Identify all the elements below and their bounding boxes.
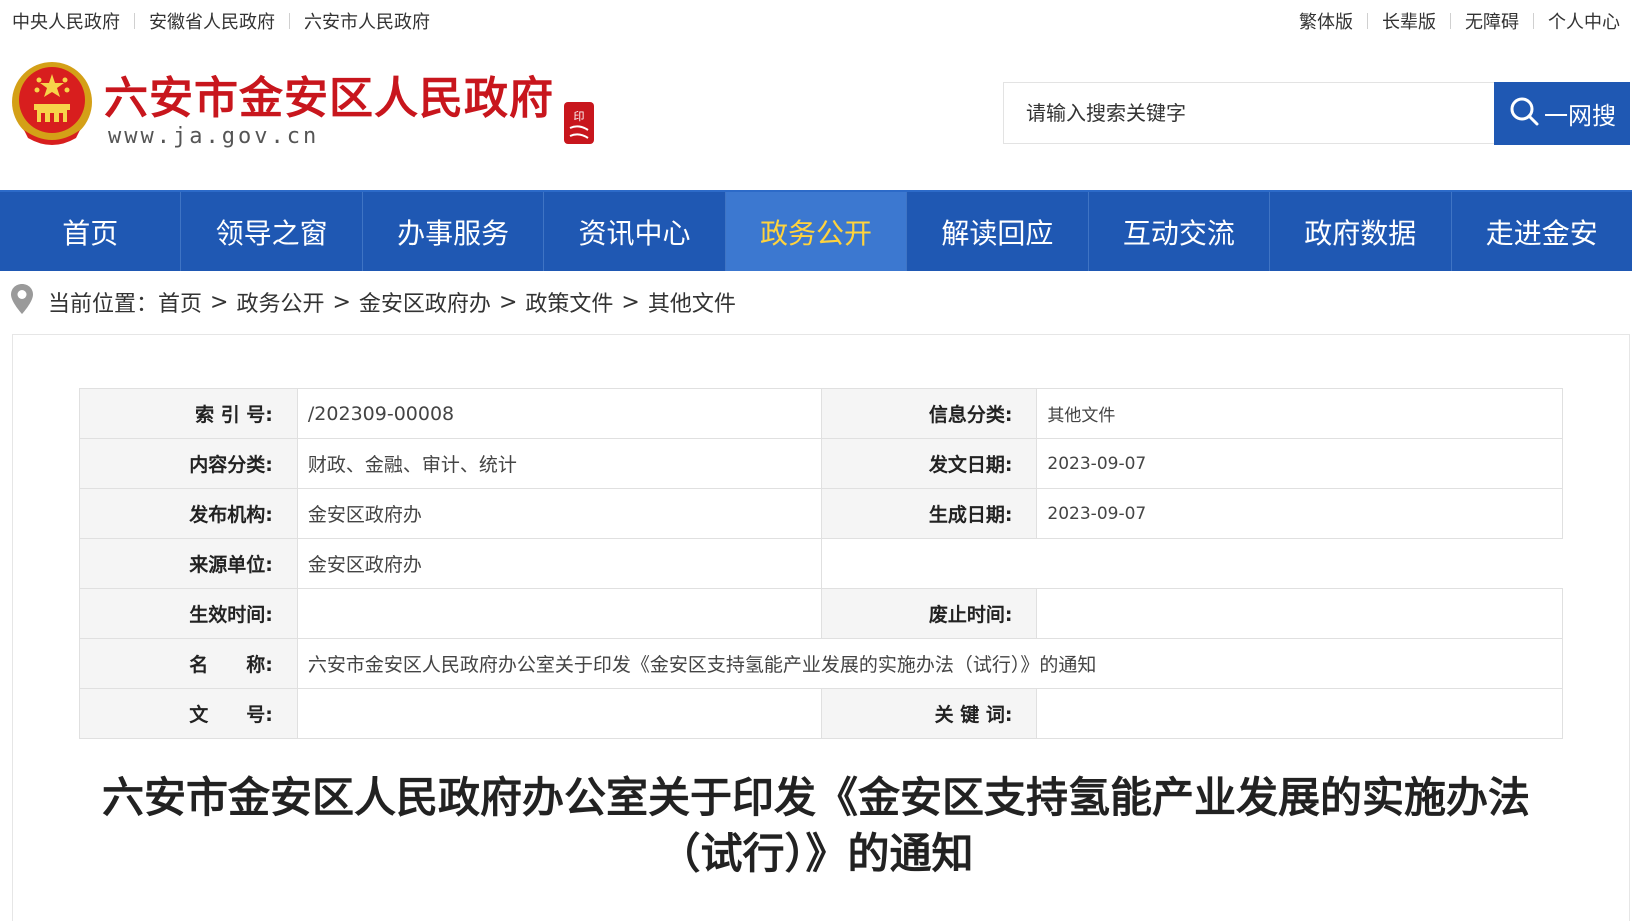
link-elder-version[interactable]: 长辈版 bbox=[1382, 8, 1436, 34]
generated-date-label: 生成日期: bbox=[820, 488, 1038, 539]
table-row: 索 引 号: /202309-00008 信息分类: 其他文件 bbox=[79, 388, 1563, 439]
content-category-value: 财政、金融、审计、统计 bbox=[296, 438, 822, 489]
table-row: 文 号: 关 键 词: bbox=[79, 688, 1563, 739]
document-meta-table: 索 引 号: /202309-00008 信息分类: 其他文件 内容分类: 财政… bbox=[79, 388, 1564, 739]
nav-interaction[interactable]: 互动交流 bbox=[1089, 192, 1271, 271]
effective-time-label: 生效时间: bbox=[79, 588, 298, 639]
breadcrumb-separator: > bbox=[621, 289, 640, 315]
nav-about-jinan[interactable]: 走进金安 bbox=[1452, 192, 1632, 271]
breadcrumb-prefix: 当前位置： bbox=[48, 292, 159, 317]
keywords-label: 关 键 词: bbox=[820, 688, 1038, 739]
link-traditional-chinese[interactable]: 繁体版 bbox=[1299, 8, 1353, 34]
doc-number-value bbox=[296, 688, 822, 739]
name-label: 名 称: bbox=[79, 638, 298, 689]
site-title[interactable]: 六安市金安区人民政府 bbox=[104, 62, 554, 126]
national-emblem-icon bbox=[10, 58, 94, 150]
breadcrumb-home[interactable]: 首页 bbox=[158, 286, 202, 318]
issue-date-value: 2023-09-07 bbox=[1036, 438, 1563, 489]
keywords-value bbox=[1036, 688, 1563, 739]
document-title-line-2: （试行）》的通知 bbox=[658, 829, 974, 878]
search-button[interactable]: 一网搜 bbox=[1494, 82, 1630, 145]
generated-date-value: 2023-09-07 bbox=[1036, 488, 1563, 539]
breadcrumb: 当前位置： 首页 > 政务公开 > 金安区政府办 > 政策文件 > 其他文件 bbox=[10, 283, 736, 321]
main-nav: 首页 领导之窗 办事服务 资讯中心 政务公开 解读回应 互动交流 政府数据 走进… bbox=[0, 190, 1632, 271]
table-row: 名 称: 六安市金安区人民政府办公室关于印发《金安区支持氢能产业发展的实施办法（… bbox=[79, 638, 1564, 689]
nav-home[interactable]: 首页 bbox=[0, 192, 182, 271]
table-row: 来源单位: 金安区政府办 bbox=[79, 538, 1563, 589]
content-category-label: 内容分类: bbox=[79, 438, 298, 489]
table-row: 发布机构: 金安区政府办 生成日期: 2023-09-07 bbox=[79, 488, 1563, 539]
seal-text: 印 bbox=[574, 110, 585, 123]
top-utility-bar: 中央人民政府 安徽省人民政府 六安市人民政府 繁体版 长辈版 无障碍 个人中心 bbox=[0, 0, 1632, 42]
search-icon bbox=[1508, 95, 1544, 133]
publisher-value: 金安区政府办 bbox=[296, 488, 822, 539]
nav-interpretation[interactable]: 解读回应 bbox=[907, 192, 1089, 271]
expiry-time-label: 废止时间: bbox=[820, 588, 1038, 639]
nav-gov-data[interactable]: 政府数据 bbox=[1270, 192, 1452, 271]
search-button-label: 一网搜 bbox=[1544, 102, 1616, 130]
location-pin-icon bbox=[10, 283, 34, 321]
top-left-links: 中央人民政府 安徽省人民政府 六安市人民政府 bbox=[12, 8, 430, 34]
breadcrumb-other-docs[interactable]: 其他文件 bbox=[648, 286, 736, 318]
source-value: 金安区政府办 bbox=[296, 538, 822, 589]
effective-time-value bbox=[296, 588, 822, 639]
breadcrumb-separator: > bbox=[498, 289, 518, 315]
issue-date-label: 发文日期: bbox=[820, 438, 1038, 489]
divider bbox=[289, 13, 290, 29]
source-label: 来源单位: bbox=[79, 538, 298, 589]
site-url: www.ja.gov.cn bbox=[108, 124, 320, 149]
nav-leaders[interactable]: 领导之窗 bbox=[181, 192, 363, 271]
breadcrumb-separator: > bbox=[332, 289, 351, 315]
link-personal-center[interactable]: 个人中心 bbox=[1548, 8, 1620, 34]
seal-icon: 印 bbox=[560, 98, 600, 148]
table-row: 内容分类: 财政、金融、审计、统计 发文日期: 2023-09-07 bbox=[79, 438, 1563, 489]
divider bbox=[1533, 13, 1534, 29]
search-box bbox=[1003, 82, 1494, 144]
divider bbox=[134, 13, 135, 29]
publisher-label: 发布机构: bbox=[79, 488, 298, 539]
info-category-label: 信息分类: bbox=[820, 388, 1038, 439]
top-right-links: 繁体版 长辈版 无障碍 个人中心 bbox=[1299, 8, 1620, 34]
divider bbox=[1367, 13, 1368, 29]
breadcrumb-policy-docs[interactable]: 政策文件 bbox=[525, 286, 613, 318]
empty-cell bbox=[820, 538, 1563, 589]
doc-number-label: 文 号: bbox=[79, 688, 298, 739]
link-luan-gov[interactable]: 六安市人民政府 bbox=[304, 8, 430, 34]
index-label: 索 引 号: bbox=[79, 388, 298, 439]
link-central-gov[interactable]: 中央人民政府 bbox=[12, 8, 120, 34]
breadcrumb-separator: > bbox=[210, 289, 229, 315]
index-value: /202309-00008 bbox=[296, 388, 822, 439]
name-value: 六安市金安区人民政府办公室关于印发《金安区支持氢能产业发展的实施办法（试行）》的… bbox=[296, 638, 1564, 689]
link-accessibility[interactable]: 无障碍 bbox=[1465, 8, 1519, 34]
document-title-line-1: 六安市金安区人民政府办公室关于印发《金安区支持氢能产业发展的实施办法 bbox=[101, 773, 1530, 822]
search-input[interactable] bbox=[1026, 101, 1494, 125]
breadcrumb-gov-affairs[interactable]: 政务公开 bbox=[236, 286, 324, 318]
nav-gov-affairs[interactable]: 政务公开 bbox=[725, 192, 908, 271]
divider bbox=[1450, 13, 1451, 29]
document-title: 六安市金安区人民政府办公室关于印发《金安区支持氢能产业发展的实施办法 （试行）》… bbox=[60, 770, 1572, 882]
expiry-time-value bbox=[1036, 588, 1563, 639]
nav-services[interactable]: 办事服务 bbox=[363, 192, 545, 271]
link-anhui-gov[interactable]: 安徽省人民政府 bbox=[149, 8, 275, 34]
info-category-value: 其他文件 bbox=[1036, 388, 1563, 439]
table-row: 生效时间: 废止时间: bbox=[79, 588, 1563, 639]
breadcrumb-district-office[interactable]: 金安区政府办 bbox=[359, 286, 491, 318]
nav-news[interactable]: 资讯中心 bbox=[544, 192, 726, 271]
